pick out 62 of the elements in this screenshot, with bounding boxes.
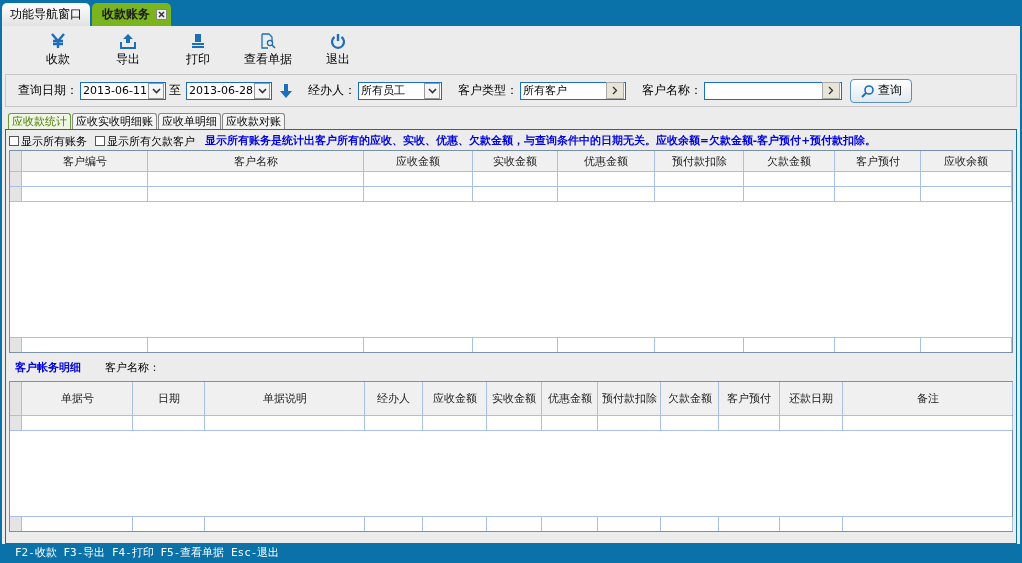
toolbar-button[interactable]: 收款 [23, 30, 93, 70]
close-icon[interactable] [156, 9, 167, 20]
chevron-down-icon [427, 87, 437, 94]
field-label: 客户类型： [458, 82, 518, 99]
section-title: 客户帐务明细 [15, 359, 81, 375]
document-search-icon [260, 32, 276, 49]
column-header[interactable]: 实收金额 [487, 382, 542, 415]
column-header[interactable]: 日期 [133, 382, 205, 415]
info-note: 显示所有账务是统计出客户所有的应收、实收、优惠、欠款金额，与查询条件中的日期无关。应收余额=欠款金额-客户预付+预付款扣除。 [205, 134, 876, 148]
column-header[interactable]: 客户编号 [22, 151, 148, 171]
tab[interactable]: 应收款统计 [8, 113, 71, 129]
column-header[interactable]: 应收金额 [423, 382, 487, 415]
toolbar-button[interactable]: 导出 [93, 30, 163, 70]
field-label: 至 [169, 82, 181, 99]
date-picker[interactable]: 2013-06-11 [80, 81, 166, 100]
column-header[interactable]: 欠款金额 [661, 382, 719, 415]
query-button[interactable]: 查询 [850, 78, 912, 103]
column-header[interactable]: 备注 [843, 382, 1013, 415]
toolbar-button[interactable]: 退出 [303, 30, 373, 70]
column-header[interactable]: 预付款扣除 [598, 382, 661, 415]
checkbox[interactable]: 显示所有欠款客户 [95, 133, 195, 149]
chevron-down-icon [257, 87, 267, 94]
window-tab[interactable]: 收款账务 [92, 3, 171, 26]
column-header[interactable]: 客户名称 [148, 151, 364, 171]
chevron-down-icon [151, 87, 161, 94]
toolbar-button[interactable]: 查看单据 [233, 30, 303, 70]
tab[interactable]: 应收实收明细账 [72, 113, 157, 129]
field-label: 经办人： [308, 82, 356, 99]
column-header[interactable]: 欠款金额 [744, 151, 835, 171]
field-label: 查询日期： [18, 82, 78, 99]
tab[interactable]: 应收单明细 [158, 113, 221, 129]
column-header[interactable]: 优惠金额 [542, 382, 598, 415]
status-bar: F2-收款 F3-导出 F4-打印 F5-查看单据 Esc-退出 [2, 544, 1020, 561]
field-label: 客户名称： [105, 359, 160, 375]
chevron-right-icon [828, 86, 834, 95]
customer-type-field[interactable]: 所有客户 [520, 81, 626, 100]
arrow-down-icon[interactable] [280, 83, 292, 98]
column-header[interactable]: 应收金额 [364, 151, 473, 171]
column-header[interactable]: 预付款扣除 [655, 151, 744, 171]
column-header[interactable]: 经办人 [365, 382, 423, 415]
column-header[interactable]: 客户预付 [835, 151, 921, 171]
checkbox[interactable]: 显示所有账务 [9, 133, 87, 149]
window-tab[interactable]: 功能导航窗口 [2, 3, 90, 26]
column-header[interactable]: 客户预付 [719, 382, 780, 415]
chevron-right-icon [612, 86, 618, 95]
column-header[interactable]: 优惠金额 [558, 151, 655, 171]
column-header[interactable]: 单据说明 [205, 382, 365, 415]
column-header[interactable]: 还款日期 [780, 382, 843, 415]
yen-icon [49, 32, 67, 49]
toolbar-button[interactable]: 打印 [163, 30, 233, 70]
search-icon [860, 83, 875, 98]
column-header[interactable]: 实收金额 [473, 151, 558, 171]
tab[interactable]: 应收款对账 [222, 113, 285, 129]
column-header[interactable]: 单据号 [22, 382, 133, 415]
handler-dropdown[interactable]: 所有员工 [358, 81, 442, 100]
customer-name-field[interactable] [704, 81, 842, 100]
print-icon [190, 32, 206, 49]
date-picker[interactable]: 2013-06-28 [186, 81, 272, 100]
export-icon [120, 32, 136, 49]
field-label: 客户名称： [642, 82, 702, 99]
power-icon [330, 32, 346, 49]
column-header[interactable]: 应收余额 [921, 151, 1012, 171]
